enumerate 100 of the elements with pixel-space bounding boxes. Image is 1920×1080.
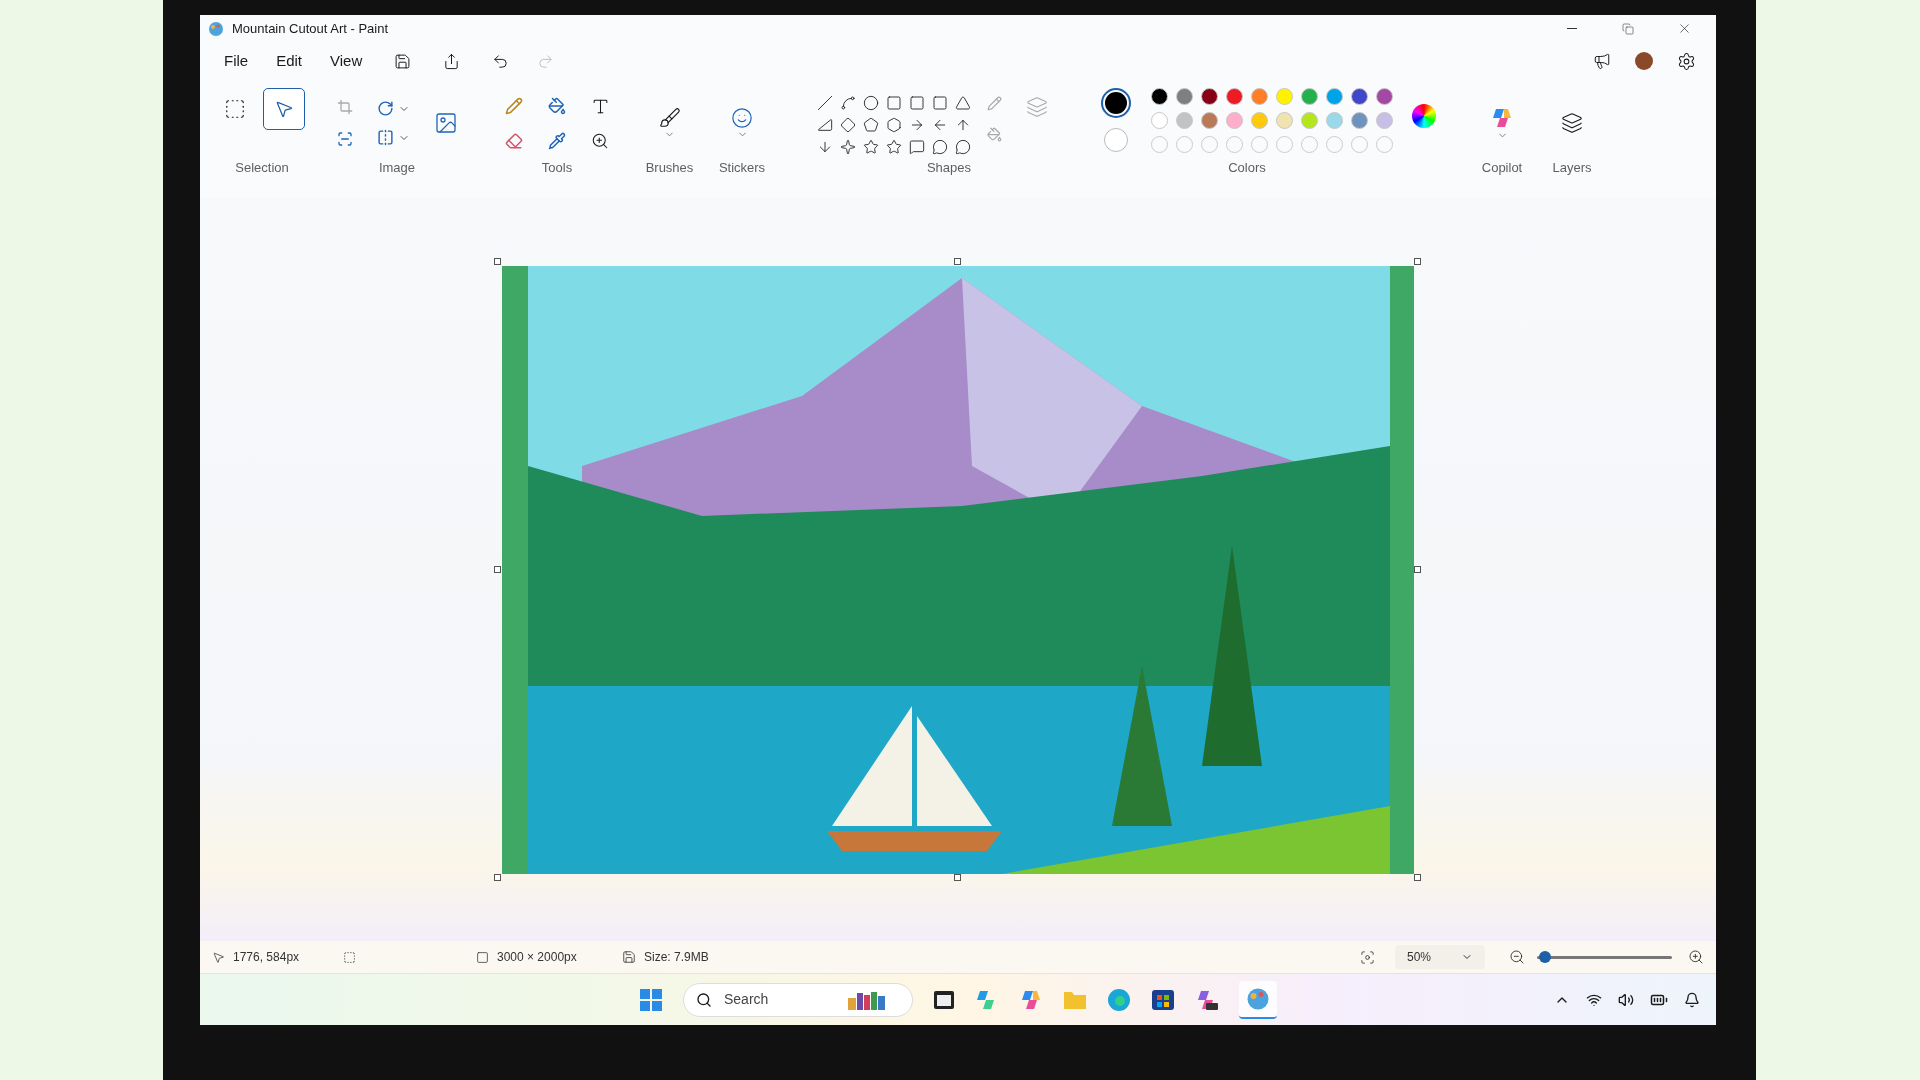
paint-taskbar-button[interactable] xyxy=(1239,980,1277,1019)
color-swatch[interactable] xyxy=(1201,88,1218,105)
terminal-icon[interactable] xyxy=(933,988,955,1011)
color-swatch[interactable] xyxy=(1376,88,1393,105)
pencil-icon[interactable] xyxy=(504,96,523,115)
four-point-star-icon[interactable] xyxy=(840,139,856,155)
zoom-out-icon[interactable] xyxy=(1509,949,1525,965)
resize-handle[interactable] xyxy=(954,873,961,881)
group-label: Tools xyxy=(541,159,573,177)
freeform-select-icon xyxy=(274,99,294,119)
color-swatch[interactable] xyxy=(1151,112,1168,129)
six-point-star-icon[interactable] xyxy=(886,139,902,155)
color-swatch[interactable] xyxy=(1351,88,1368,105)
color-swatch[interactable] xyxy=(1226,88,1243,105)
triangle-icon[interactable] xyxy=(955,95,971,111)
minimize-icon xyxy=(1567,28,1577,29)
brush-icon[interactable] xyxy=(658,106,681,129)
color-swatch[interactable] xyxy=(1301,112,1318,129)
window-title: Mountain Cutout Art - Paint xyxy=(232,19,389,38)
zoom-in-icon[interactable] xyxy=(1688,949,1704,965)
up-arrow-icon[interactable] xyxy=(955,117,971,133)
oval-icon[interactable] xyxy=(863,95,879,111)
volume-icon[interactable] xyxy=(1618,991,1634,1008)
layers-icon[interactable] xyxy=(1561,112,1583,134)
right-triangle-icon[interactable] xyxy=(817,117,833,133)
selection-tool-button[interactable] xyxy=(263,88,305,130)
zoom-value: 50% xyxy=(1407,949,1432,966)
group-label: Stickers xyxy=(718,159,766,177)
browser-icon[interactable] xyxy=(1107,987,1131,1012)
color-swatch[interactable] xyxy=(1326,112,1343,129)
canvas-size-icon xyxy=(476,950,489,964)
resize-handle[interactable] xyxy=(954,257,961,265)
color-swatch[interactable] xyxy=(1251,88,1268,105)
fit-to-window-icon[interactable] xyxy=(1360,949,1375,965)
color-swatch[interactable] xyxy=(1151,88,1168,105)
sticker-icon[interactable] xyxy=(731,106,753,129)
fill-bucket-icon[interactable] xyxy=(547,96,566,115)
secondary-color-swatch[interactable] xyxy=(1104,128,1128,152)
cloud-callout-icon[interactable] xyxy=(955,139,971,155)
oval-callout-icon[interactable] xyxy=(932,139,948,155)
color-picker-icon[interactable] xyxy=(547,131,566,150)
resize-handle[interactable] xyxy=(494,565,501,573)
group-label: Layers xyxy=(1552,159,1592,177)
rounded-rectangle-icon[interactable] xyxy=(909,95,925,111)
curve-icon[interactable] xyxy=(840,95,856,111)
rotate-icon[interactable] xyxy=(376,100,394,117)
settings-icon xyxy=(1677,51,1696,71)
group-label: Copilot xyxy=(1481,159,1523,177)
color-swatch[interactable] xyxy=(1226,112,1243,129)
flip-icon[interactable] xyxy=(376,129,394,146)
menu-item[interactable]: View xyxy=(318,45,375,77)
resize-handle[interactable] xyxy=(494,873,501,881)
hexagon-icon[interactable] xyxy=(886,117,902,133)
cursor-icon xyxy=(212,950,225,964)
color-swatch[interactable] xyxy=(1276,112,1293,129)
pentagon-icon[interactable] xyxy=(863,117,879,133)
selection-size-icon xyxy=(343,950,356,964)
store-icon[interactable] xyxy=(1151,987,1175,1012)
resize-handle[interactable] xyxy=(1414,565,1421,573)
color-swatch[interactable] xyxy=(1176,88,1193,105)
diamond-icon[interactable] xyxy=(840,117,856,133)
rectangle-callout-icon[interactable] xyxy=(909,139,925,155)
magnifier-icon[interactable] xyxy=(590,131,609,150)
group-label: Shapes xyxy=(926,159,971,177)
color-swatch[interactable] xyxy=(1376,112,1393,129)
paint-icon xyxy=(1246,986,1270,1011)
start-icon[interactable] xyxy=(639,987,663,1012)
zoom-dropdown[interactable]: 50% xyxy=(1395,945,1485,969)
color-swatch[interactable] xyxy=(1351,112,1368,129)
down-arrow-icon[interactable] xyxy=(817,139,833,155)
line-icon[interactable] xyxy=(817,95,833,111)
zoom-slider-thumb[interactable] xyxy=(1539,951,1552,963)
file-size: Size: 7.9MB xyxy=(644,949,709,966)
resize-image-icon[interactable] xyxy=(433,111,458,135)
rectangle-icon[interactable] xyxy=(886,95,902,111)
color-wheel-icon[interactable] xyxy=(1412,104,1436,128)
eraser-icon[interactable] xyxy=(504,131,523,150)
color-swatch[interactable] xyxy=(1251,112,1268,129)
resize-handle[interactable] xyxy=(1414,257,1421,265)
group-label: Colors xyxy=(1228,159,1266,177)
megaphone-icon xyxy=(1593,52,1611,70)
color-swatch[interactable] xyxy=(1201,112,1218,129)
search-field[interactable]: Search xyxy=(683,982,913,1017)
share-icon xyxy=(443,52,461,70)
color-swatch[interactable] xyxy=(1326,88,1343,105)
menu-item[interactable]: Edit xyxy=(264,45,315,77)
notification-icon[interactable] xyxy=(1684,991,1700,1008)
resize-handle[interactable] xyxy=(494,257,501,265)
primary-color-swatch[interactable] xyxy=(1105,92,1127,114)
star-icon[interactable] xyxy=(863,139,879,155)
redo-icon xyxy=(537,52,555,70)
search-input[interactable]: Search xyxy=(724,989,834,1010)
avatar[interactable] xyxy=(1635,52,1653,70)
color-swatch[interactable] xyxy=(1276,88,1293,105)
polygon-icon[interactable] xyxy=(932,95,948,111)
menu-item[interactable]: File xyxy=(212,45,261,77)
color-swatch[interactable] xyxy=(1301,88,1318,105)
color-swatch[interactable] xyxy=(1176,112,1193,129)
rectangle-select-icon xyxy=(224,98,246,120)
resize-handle[interactable] xyxy=(1414,873,1421,881)
